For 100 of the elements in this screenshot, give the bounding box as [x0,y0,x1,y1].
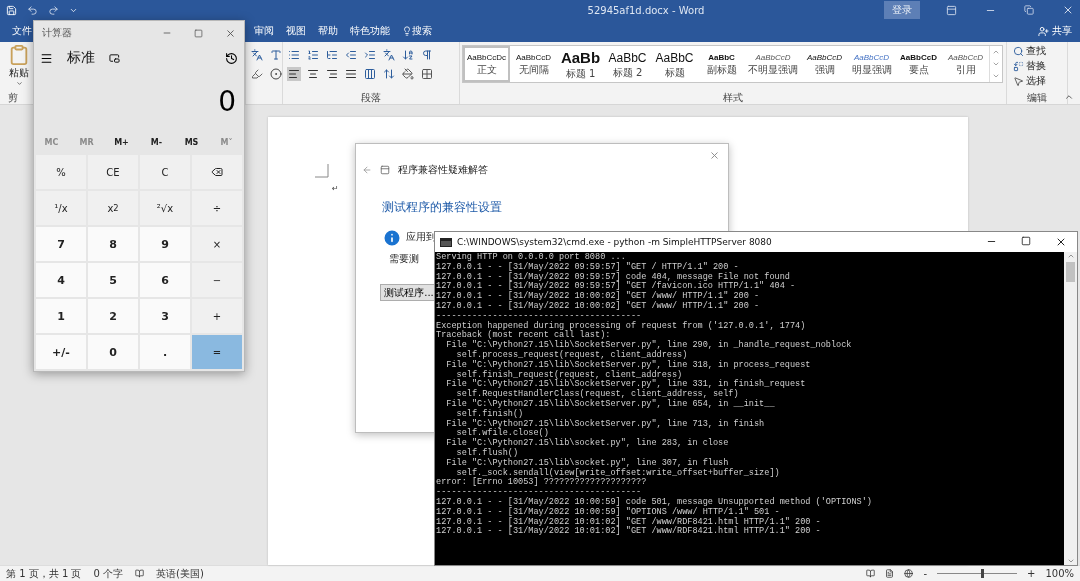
collapse-icon[interactable] [1064,92,1074,102]
borders-icon[interactable] [420,67,434,81]
calculator-key[interactable]: 0 [88,335,138,369]
numbering-icon[interactable] [306,48,320,62]
close-icon[interactable] [1055,236,1067,248]
calculator-key[interactable]: 7 [36,227,86,261]
calculator-key[interactable]: 9 [140,227,190,261]
dialog-heading: 测试程序的兼容性设置 [382,199,503,216]
calculator-key[interactable]: − [192,263,242,297]
window-title: 52945af1d.docx - Word [586,4,705,16]
group-label: 编辑 [1027,92,1047,104]
redo-icon[interactable] [48,4,59,16]
calculator-key[interactable]: 2 [88,299,138,333]
calculator-key[interactable]: 5 [88,263,138,297]
console-line: File "C:\Python27.15\lib\SocketServer.py", line 654, in __init__ [445,399,776,409]
calculator-key[interactable]: % [36,155,86,189]
calculator-key[interactable]: . [140,335,190,369]
calculator-key[interactable]: 6 [140,263,190,297]
share-button[interactable]: 共享 [1038,24,1072,38]
menu-tab[interactable]: 文件 [12,24,32,38]
show-marks-icon[interactable] [420,48,434,62]
page-count: 第 1 页，共 1 页 [6,566,82,581]
menu-tab[interactable]: 审阅 [254,24,274,38]
increase-indent-icon[interactable] [363,48,377,62]
menu-tab[interactable]: 帮助 [318,24,338,38]
console-line: 127.0.0.1 - - [31/May/2022 10:01:02] "GET /www/RDF8421.html HTTP/1.1" 200 - [436,527,822,538]
editing-button[interactable]: 选择 [1013,74,1046,88]
console-line: File "C:\Python27.15\lib\SocketServer.py", line 331, in finish_request [445,380,807,390]
zoom-in-button[interactable]: + [1027,568,1036,579]
console-line: File "C:\Python27.15\lib\SocketServer.py", line 290, in _handle_request_noblock [445,341,853,351]
ribbon-display-icon[interactable] [946,4,957,16]
memory-button[interactable]: M+ [104,136,139,148]
zoom-thumb[interactable] [981,569,984,578]
calculator-key[interactable]: 8 [88,227,138,261]
calculator-key[interactable]: ¹/x [36,191,86,225]
calculator-key[interactable]: 1 [36,299,86,333]
sort-icon[interactable] [401,48,415,62]
console-line: ---------------------------------------- [436,488,642,498]
keep-on-top-icon[interactable] [109,52,120,64]
memory-button[interactable]: M- [139,136,174,148]
maximize-icon[interactable] [194,28,203,38]
console-line: File "C:\Python27.15\lib\SocketServer.py", line 713, in finish [445,419,766,429]
console-line: 127.0.0.1 - - [31/May/2022 09:59:57] "GET / HTTP/1.1" 200 - [436,262,740,272]
menu-tab[interactable]: 视图 [286,24,306,38]
calculator-key[interactable]: +/- [36,335,86,369]
restore-icon[interactable] [1024,5,1034,15]
calculator-key[interactable]: × [192,227,242,261]
editing-button[interactable]: 查找 [1013,44,1046,58]
console-line: Exception happened during processing of request from ('127.0.0.1', 1774) [436,321,807,331]
scroll-thumb[interactable] [1066,262,1075,282]
maximize-icon[interactable] [1021,236,1031,246]
align-right-icon[interactable] [325,67,339,81]
multilevel-list-icon[interactable] [325,48,339,62]
calculator-key[interactable]: ²√x [140,191,190,225]
decrease-indent-icon[interactable] [344,48,358,62]
justify-icon[interactable] [344,67,358,81]
history-icon[interactable] [225,51,238,65]
console-line: 127.0.0.1 - - [31/May/2022 10:00:59] "OPTIONS /www/ HTTP/1.1" 501 - [436,507,781,517]
window-title: C:\WINDOWS\system32\cmd.exe - python -m SimpleHTTPServer 8080 [457,237,772,247]
menu-tab[interactable]: 特色功能 [350,24,390,38]
console-line: self.process_request(request, client_address) [455,350,689,360]
window-title: 计算器 [42,26,73,40]
note-text: 需要测 [389,252,419,266]
console-line: File "C:\Python27.15\lib\SocketServer.py", line 318, in process_request [445,360,812,370]
shading-icon[interactable] [401,67,415,81]
scroll-up-icon[interactable] [1066,252,1075,260]
app-icon [380,165,390,175]
calculator-key[interactable]: 3 [140,299,190,333]
calculator-key[interactable]: CE [88,155,138,189]
replace-icon [1013,60,1024,72]
login-button[interactable]: 登录 [884,1,920,19]
web-layout-icon[interactable] [904,569,914,578]
save-icon[interactable] [6,4,17,16]
read-mode-icon[interactable] [866,569,876,578]
zoom-out-button[interactable]: - [923,568,927,579]
calculator-key[interactable]: 4 [36,263,86,297]
scroll-down-icon[interactable] [1066,557,1075,565]
group-label: 剪 [8,92,18,104]
word-count: 0 个字 [93,566,123,581]
editing-button[interactable]: 替换 [1013,59,1046,73]
console-line: ---------------------------------------- [436,311,643,321]
align-left-icon[interactable] [287,67,301,81]
mode-title: 标准 [67,49,95,67]
calculator-key[interactable]: ÷ [192,191,242,225]
line-spacing-icon[interactable] [382,67,396,81]
search-tab[interactable]: 搜索 [412,24,432,38]
info-text: 应用到 [406,230,436,244]
calculator-key[interactable]: + [192,299,242,333]
calculator-key[interactable]: = [192,335,242,369]
undo-icon[interactable] [27,4,38,16]
menu-icon[interactable] [40,51,53,65]
backspace-button[interactable] [192,155,242,189]
align-center-icon[interactable] [306,67,320,81]
scrollbar[interactable] [1064,252,1077,565]
bullets-icon[interactable] [287,48,301,62]
memory-button[interactable]: MS [174,136,209,148]
calculator-key[interactable]: C [140,155,190,189]
print-layout-icon[interactable] [885,569,895,578]
paste-button[interactable]: 粘贴 [4,42,34,92]
style-item[interactable]: AaBbCcDc 正文 [463,46,510,82]
